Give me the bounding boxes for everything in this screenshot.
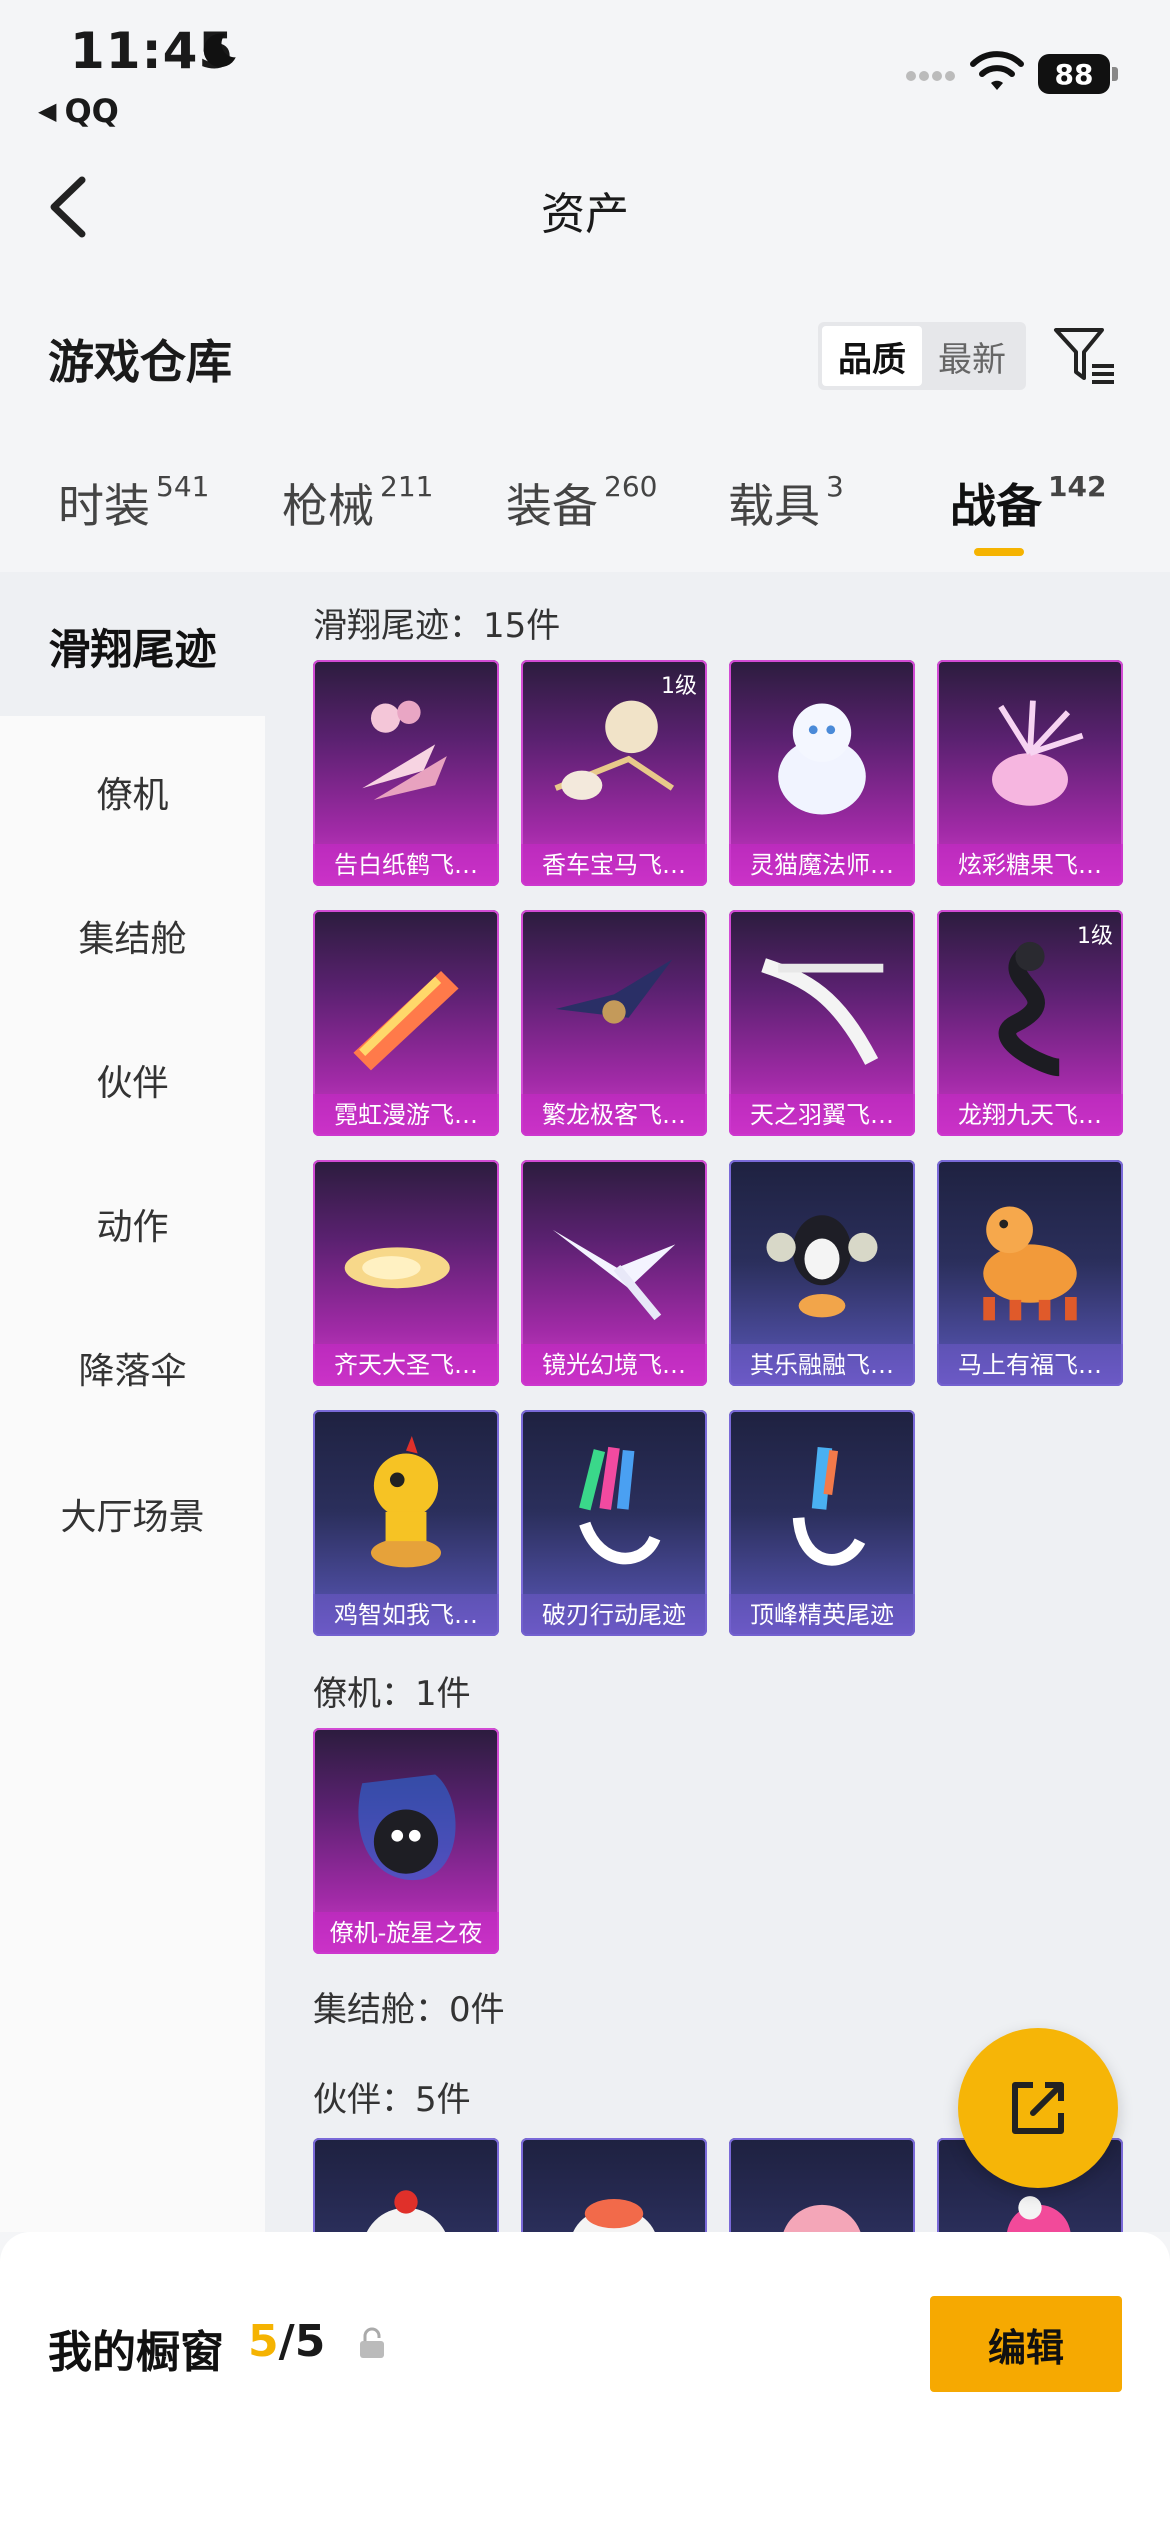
trail-item-card[interactable]: 灵猫魔法师… [729, 660, 915, 886]
edit-button[interactable]: 编辑 [930, 2296, 1122, 2392]
battery-level: 88 [1038, 54, 1110, 94]
partner-item-card[interactable] [313, 2138, 499, 2232]
partner-item-card[interactable] [521, 2138, 707, 2232]
item-art-icon [344, 1247, 450, 1289]
item-art-icon [362, 700, 447, 800]
moon-icon [203, 33, 236, 68]
back-app-label: QQ [64, 92, 119, 130]
item-art-icon [370, 1436, 442, 1568]
item-name: 破刃行动尾迹 [521, 1594, 707, 1636]
tab-readiness[interactable]: 战备 142 [950, 470, 1106, 536]
trail-item-card[interactable]: 鸡智如我飞… [313, 1410, 499, 1636]
sort-toggle[interactable]: 品质 最新 [818, 322, 1026, 390]
item-name: 霓虹漫游飞… [313, 1094, 499, 1136]
item-art-icon [573, 2199, 655, 2232]
status-bar: 11:45 ◀ QQ 88 [0, 0, 1170, 140]
item-name: 顶峰精英尾迹 [729, 1594, 915, 1636]
item-art-icon [552, 1229, 676, 1321]
wifi-icon [970, 51, 1024, 90]
item-grid-area: 滑翔尾迹：15件 僚机：1件 集结舱：0件 伙伴：5件 告白纸鹤飞… 1级 香车宝马… [265, 572, 1170, 2232]
back-triangle-icon: ◀ [38, 97, 57, 125]
group-label-wingman: 僚机：1件 [313, 1674, 471, 1714]
tab-fashion[interactable]: 时装 541 [58, 470, 209, 536]
item-art-icon [366, 2190, 446, 2232]
page-title: 资产 [541, 189, 629, 240]
item-name: 天之羽翼飞… [729, 1094, 915, 1136]
sidebar-item-wingman[interactable]: 僚机 [0, 766, 265, 818]
trail-item-card[interactable]: 齐天大圣飞… [313, 1160, 499, 1386]
item-art-icon [555, 959, 673, 1024]
trail-item-card[interactable]: 告白纸鹤飞… [313, 660, 499, 886]
battery-tip [1112, 67, 1118, 81]
item-art-icon [792, 1446, 866, 1566]
level-badge: 1级 [1077, 924, 1113, 949]
trail-item-card[interactable]: 1级香车宝马飞… [521, 660, 707, 886]
showcase-label: 我的橱窗 [48, 2327, 224, 2378]
partner-item-card[interactable] [729, 2138, 915, 2232]
item-name: 齐天大圣飞… [313, 1344, 499, 1386]
item-name: 鸡智如我飞… [313, 1594, 499, 1636]
trail-item-card[interactable]: 破刃行动尾迹 [521, 1410, 707, 1636]
level-badge: 1级 [661, 674, 697, 699]
sort-latest-button[interactable]: 最新 [922, 326, 1022, 386]
item-art-icon [358, 1774, 456, 1881]
item-name: 镜光幻境飞… [521, 1344, 707, 1386]
trail-item-card[interactable]: 镜光幻境飞… [521, 1160, 707, 1386]
item-art-icon [998, 941, 1061, 1077]
showcase-count: 5/5 [248, 2316, 326, 2367]
trail-item-card[interactable]: 马上有福飞… [937, 1160, 1123, 1386]
item-art-icon [554, 700, 675, 800]
tab-weapons[interactable]: 枪械 211 [282, 470, 433, 536]
trail-item-card[interactable]: 炫彩糖果飞… [937, 660, 1123, 886]
tab-equipment[interactable]: 装备 260 [506, 470, 657, 536]
share-button[interactable] [958, 2028, 1118, 2188]
item-name: 龙翔九天飞… [937, 1094, 1123, 1136]
sidebar-item-glide-trail[interactable]: 滑翔尾迹 [0, 616, 265, 677]
item-art-icon [761, 958, 884, 1065]
sort-quality-button[interactable]: 品质 [822, 326, 922, 386]
share-icon [1012, 2082, 1064, 2134]
trail-item-card[interactable]: 天之羽翼飞… [729, 910, 915, 1136]
item-art-icon [783, 2204, 861, 2232]
active-tab-indicator [974, 548, 1024, 556]
item-name: 其乐融融飞… [729, 1344, 915, 1386]
sidebar-item-partner[interactable]: 伙伴 [0, 1054, 265, 1106]
item-name: 炫彩糖果飞… [937, 844, 1123, 886]
category-tabs: 时装 541 枪械 211 装备 260 载具 3 战备 142 [0, 470, 1170, 560]
item-name: 僚机-旋星之夜 [313, 1912, 499, 1954]
item-name: 灵猫魔法师… [729, 844, 915, 886]
trail-item-card[interactable]: 霓虹漫游飞… [313, 910, 499, 1136]
trail-item-card[interactable]: 顶峰精英尾迹 [729, 1410, 915, 1636]
item-name: 告白纸鹤飞… [313, 844, 499, 886]
sidebar-item-rally-pod[interactable]: 集结舱 [0, 910, 265, 962]
battery-icon: 88 [1038, 54, 1118, 94]
back-to-app-link[interactable]: ◀ QQ [38, 92, 119, 130]
lock-icon [360, 2327, 384, 2358]
item-name: 繁龙极客飞… [521, 1094, 707, 1136]
item-name: 马上有福飞… [937, 1344, 1123, 1386]
trail-item-card[interactable]: 1级龙翔九天飞… [937, 910, 1123, 1136]
sidebar [0, 572, 265, 2232]
group-label-partner: 伙伴：5件 [313, 2080, 471, 2120]
item-name: 香车宝马飞… [521, 844, 707, 886]
wingman-item-card[interactable]: 僚机-旋星之夜 [313, 1728, 499, 1954]
warehouse-title: 游戏仓库 [48, 335, 232, 389]
item-art-icon [766, 1215, 878, 1318]
tab-vehicles[interactable]: 载具 3 [728, 470, 844, 536]
item-art-icon [353, 971, 459, 1071]
item-art-icon [579, 1446, 661, 1565]
item-art-icon [778, 703, 866, 815]
trail-item-card[interactable]: 繁龙极客飞… [521, 910, 707, 1136]
filter-icon[interactable] [1052, 322, 1118, 388]
trail-item-card[interactable]: 其乐融融飞… [729, 1160, 915, 1386]
signal-icon [906, 71, 955, 81]
sidebar-item-lobby-scene[interactable]: 大厅场景 [0, 1488, 265, 1540]
group-label-trails: 滑翔尾迹：15件 [313, 606, 561, 646]
item-art-icon [983, 1206, 1077, 1321]
sidebar-item-parachute[interactable]: 降落伞 [0, 1342, 265, 1394]
item-art-icon [992, 700, 1084, 806]
sidebar-item-emote[interactable]: 动作 [0, 1198, 265, 1250]
group-label-pod: 集结舱：0件 [313, 1990, 505, 2030]
